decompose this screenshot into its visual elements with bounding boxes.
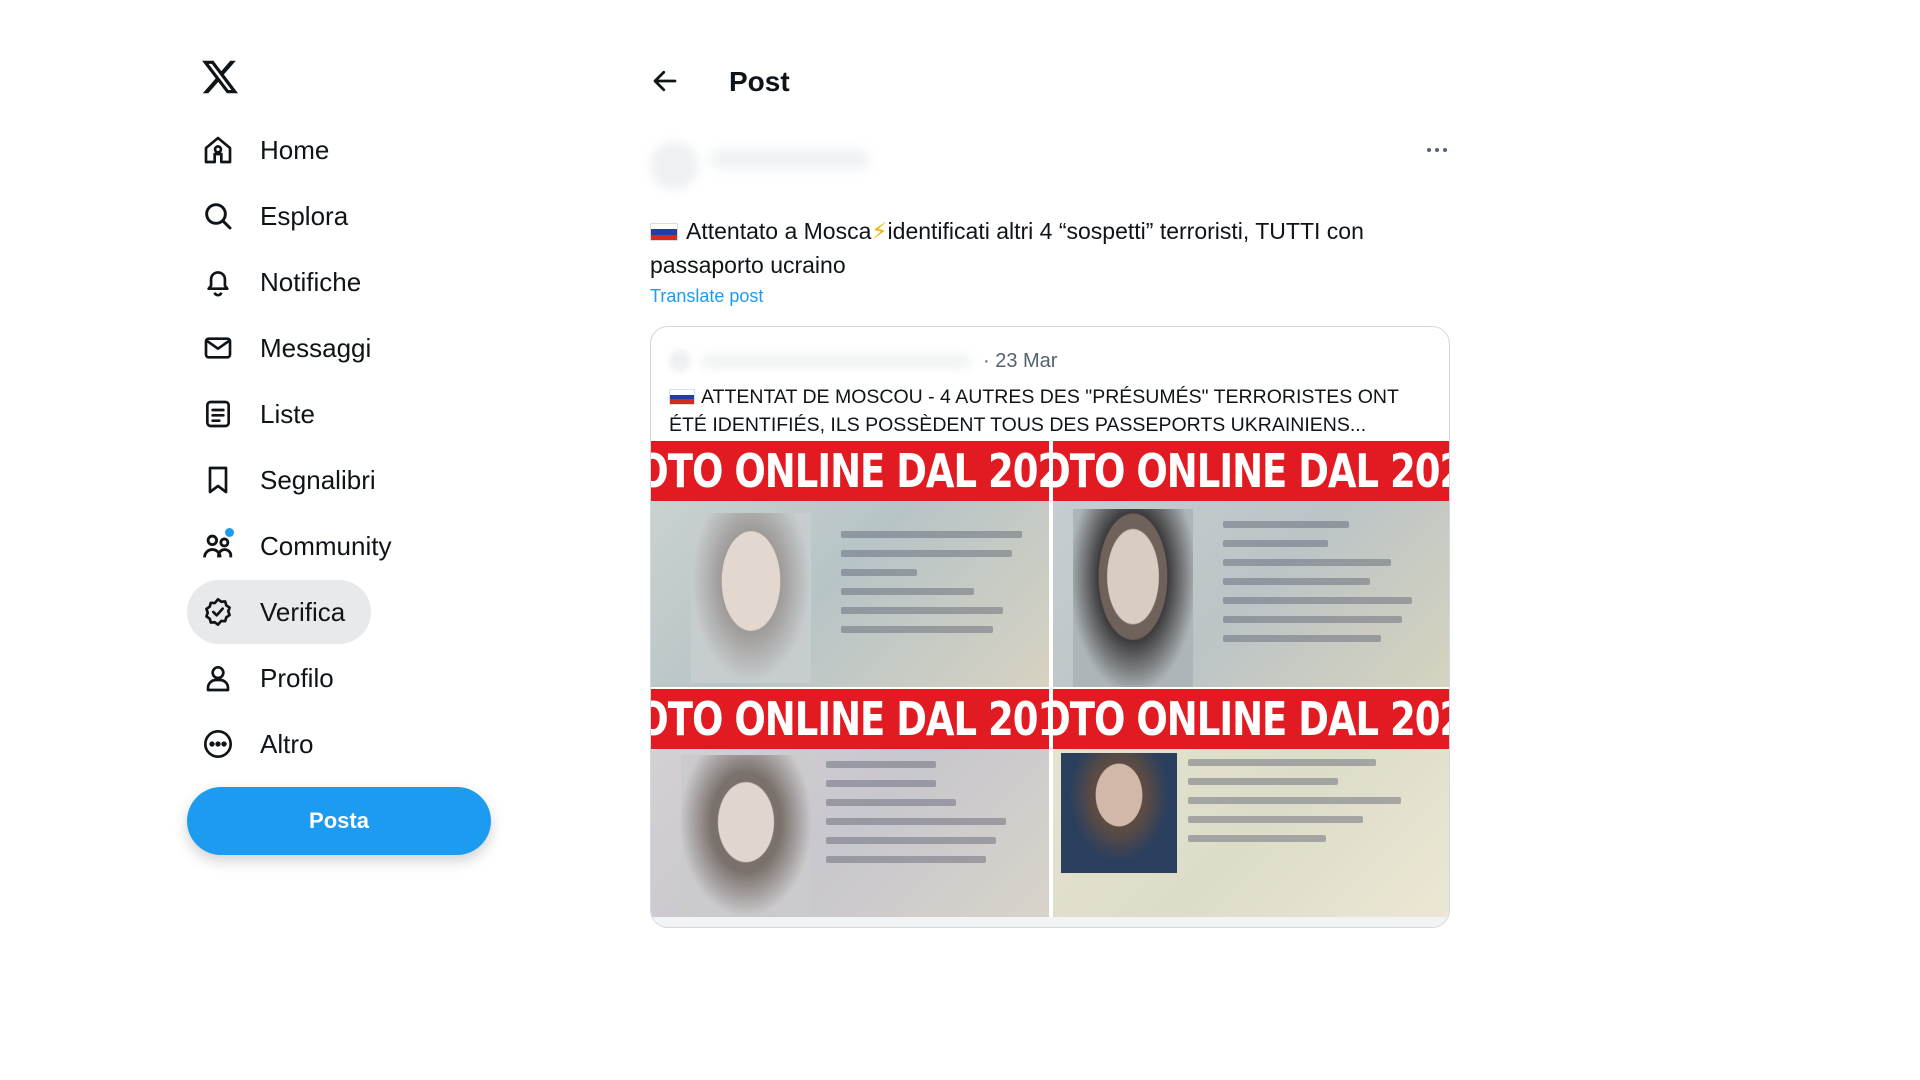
quoted-post-text: ATTENTAT DE MOSCOU - 4 AUTRES DES "PRÉSU… [669,383,1439,439]
sidebar-item-label: Esplora [260,200,349,231]
bell-icon [200,264,236,300]
sidebar-item-label: Segnalibri [260,464,376,495]
community-icon [200,528,236,564]
russia-flag-icon [650,223,678,241]
post-text-part1: Attentato a Mosca [686,218,872,244]
sidebar-item-notifiche[interactable]: Notifiche [187,250,387,314]
sidebar-item-home[interactable]: Home [187,118,355,182]
sidebar-item-liste[interactable]: Liste [187,382,341,446]
sidebar-item-label: Profilo [260,662,334,693]
sidebar-item-label: Verifica [260,596,346,627]
sidebar-item-segnalibri[interactable]: Segnalibri [187,448,402,512]
passport-image-4[interactable]: FOTO ONLINE DAL 2020 [1053,689,1449,917]
sidebar-item-label: Messaggi [260,332,372,363]
page-title: Post [729,66,790,97]
sidebar-item-esplora[interactable]: Esplora [187,184,374,248]
mail-icon [200,330,236,366]
search-icon [200,198,236,234]
lightning-icon: ⚡ [871,218,888,244]
quoted-post-header: · 23 Mar [669,349,1057,373]
passport-photo [651,749,1049,917]
passport-photo [1053,749,1449,917]
more-horizontal-icon[interactable] [1420,138,1454,162]
arrow-left-icon[interactable] [650,66,682,98]
passport-photo [651,501,1049,687]
quoted-post-body: ATTENTAT DE MOSCOU - 4 AUTRES DES "PRÉSU… [669,386,1399,436]
avatar [650,142,698,190]
sidebar-item-label: Liste [260,398,315,429]
avatar [669,350,691,372]
sidebar-item-label: Home [260,134,330,165]
home-icon [200,132,236,168]
notification-dot [225,528,234,537]
banner-label: FOTO ONLINE DAL 2020 [1053,689,1449,749]
list-icon [200,396,236,432]
passport-image-3[interactable]: FOTO ONLINE DAL 2016 [651,689,1049,917]
sidebar-item-profilo[interactable]: Profilo [187,646,360,710]
sidebar-item-altro[interactable]: Altro [187,712,339,776]
bookmark-icon [200,462,236,498]
post-date: · 23 Mar [983,349,1058,372]
post-text: Attentato a Mosca⚡identificati altri 4 “… [650,214,1440,282]
passport-image-grid[interactable]: FOTO ONLINE DAL 2020 FOTO ONLINE DAL 202… [651,441,1449,917]
author-name-redacted [710,150,870,168]
sidebar-item-verifica[interactable]: Verifica [187,580,372,644]
post-button[interactable]: Posta [187,787,491,855]
passport-photo [1053,501,1449,687]
translate-post-link[interactable]: Translate post [650,286,763,307]
more-circle-icon [200,726,236,762]
sidebar-item-label: Community [260,530,392,561]
sidebar-item-messaggi[interactable]: Messaggi [187,316,397,380]
sidebar-item-label: Altro [260,728,314,759]
sidebar-item-label: Notifiche [260,266,362,297]
x-logo-icon[interactable] [200,57,244,101]
sidebar-item-community[interactable]: Community [187,514,417,578]
profile-icon [200,660,236,696]
quoted-post-card[interactable]: · 23 Mar ATTENTAT DE MOSCOU - 4 AUTRES D… [650,326,1450,928]
passport-image-1[interactable]: FOTO ONLINE DAL 2020 [651,441,1049,687]
russia-flag-icon [669,389,695,405]
banner-label: FOTO ONLINE DAL 2020 [651,441,1049,501]
passport-image-2[interactable]: FOTO ONLINE DAL 2020 [1053,441,1449,687]
author-info-redacted [650,120,890,198]
card-footer [651,917,1449,927]
banner-label: FOTO ONLINE DAL 2016 [651,689,1049,749]
verified-icon [200,594,236,630]
banner-label: FOTO ONLINE DAL 2020 [1053,441,1449,501]
author-name-redacted [701,354,971,368]
